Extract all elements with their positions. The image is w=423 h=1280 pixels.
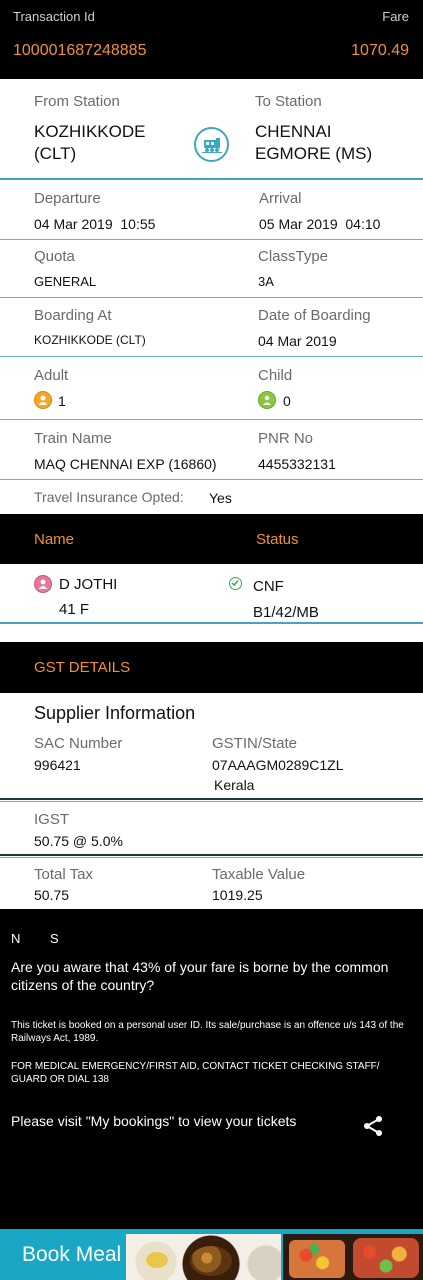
train-name-label: Train Name: [34, 430, 112, 447]
passenger-table-header: Name Status: [0, 514, 423, 564]
pnr-value: 4455332131: [258, 456, 336, 472]
personal-id-notice: This ticket is booked on a personal user…: [11, 1020, 404, 1044]
berth-info: B1/42/MB: [253, 604, 319, 621]
note-s-label: S: [50, 931, 59, 946]
pnr-label: PNR No: [258, 430, 314, 447]
gst-state-value: Kerala: [214, 777, 255, 793]
divider: [0, 622, 423, 624]
boarding-at-value: KOZHIKKODE (CLT): [34, 333, 146, 347]
confirmed-check-icon: [229, 577, 242, 590]
gstin-value: 07AAAGM0289C1ZL: [212, 757, 344, 773]
passenger-age-gender: 41 F: [59, 601, 90, 618]
departure-value: 04 Mar 2019 10:55: [34, 216, 156, 232]
class-type-label: ClassType: [258, 248, 329, 265]
train-icon: [194, 127, 229, 162]
fare-awareness-text: Are you aware that 43% of your fare is b…: [11, 959, 389, 993]
transaction-id-value: 100001687248885: [13, 42, 147, 59]
divider: [0, 419, 423, 420]
adult-icon: [34, 391, 52, 409]
divider: [0, 297, 423, 298]
supplier-information-title: Supplier Information: [34, 703, 196, 723]
boarding-at-label: Boarding At: [34, 307, 112, 324]
departure-label: Departure: [34, 190, 101, 207]
sac-number-label: SAC Number: [34, 735, 123, 752]
quota-value: GENERAL: [34, 274, 97, 289]
date-of-boarding-value: 04 Mar 2019: [258, 333, 337, 349]
divider: [0, 857, 423, 858]
visit-bookings-text: Please visit "My bookings" to view your …: [11, 1113, 297, 1129]
gstin-state-label: GSTIN/State: [212, 735, 298, 752]
female-passenger-icon: [34, 575, 52, 593]
child-icon: [258, 391, 276, 409]
arrival-label: Arrival: [259, 190, 302, 207]
divider: [0, 801, 423, 802]
gst-header: GST DETAILS: [0, 642, 423, 693]
divider: [0, 178, 423, 180]
taxable-value: 1019.25: [212, 887, 263, 903]
train-name-value: MAQ CHENNAI EXP (16860): [34, 456, 217, 472]
meal-plate-image: [126, 1234, 281, 1280]
note-n-label: N: [11, 931, 21, 946]
booking-status: CNF: [253, 578, 284, 595]
divider: [0, 798, 423, 800]
status-column-header: Status: [256, 531, 299, 548]
from-station-value: KOZHIKKODE (CLT): [34, 122, 146, 163]
medical-emergency-notice: FOR MEDICAL EMERGENCY/FIRST AID, CONTACT…: [11, 1061, 380, 1085]
book-meal-label: Book Meal: [22, 1243, 122, 1266]
adult-count: 1: [58, 393, 66, 409]
child-label: Child: [258, 367, 293, 384]
passenger-name: D JOTHI: [59, 576, 118, 593]
insurance-label: Travel Insurance Opted:: [34, 489, 184, 505]
divider: [0, 479, 423, 480]
notes-section: N S Are you aware that 43% of your fare …: [0, 909, 423, 1229]
total-tax-value: 50.75: [34, 887, 70, 903]
fare-label: Fare: [382, 9, 409, 24]
date-of-boarding-label: Date of Boarding: [258, 307, 371, 324]
divider: [0, 356, 423, 357]
sac-number-value: 996421: [34, 757, 81, 773]
quota-label: Quota: [34, 248, 75, 265]
arrival-value: 05 Mar 2019 04:10: [259, 216, 381, 232]
igst-value: 50.75 @ 5.0%: [34, 833, 123, 849]
transaction-id-label: Transaction Id: [13, 9, 95, 24]
fare-value: 1070.49: [351, 42, 409, 59]
class-type-value: 3A: [258, 274, 274, 289]
share-icon[interactable]: [361, 1114, 385, 1138]
meal-bowl-image: [283, 1234, 423, 1280]
name-column-header: Name: [34, 531, 75, 548]
passenger-row: D JOTHI 41 F CNF B1/42/MB: [0, 564, 423, 622]
total-tax-label: Total Tax: [34, 866, 93, 883]
child-count: 0: [283, 393, 291, 409]
taxable-value-label: Taxable Value: [212, 866, 306, 883]
book-meal-banner[interactable]: Book Meal: [0, 1229, 423, 1280]
to-station-value: CHENNAI EGMORE (MS): [255, 122, 373, 163]
insurance-value: Yes: [209, 490, 232, 506]
gst-title: GST DETAILS: [34, 659, 131, 676]
to-station-label: To Station: [255, 93, 322, 110]
igst-label: IGST: [34, 811, 70, 828]
from-station-label: From Station: [34, 93, 120, 110]
divider: [0, 854, 423, 856]
divider: [0, 239, 423, 240]
adult-label: Adult: [34, 367, 69, 384]
transaction-header: Transaction Id 100001687248885 Fare 1070…: [0, 0, 423, 79]
